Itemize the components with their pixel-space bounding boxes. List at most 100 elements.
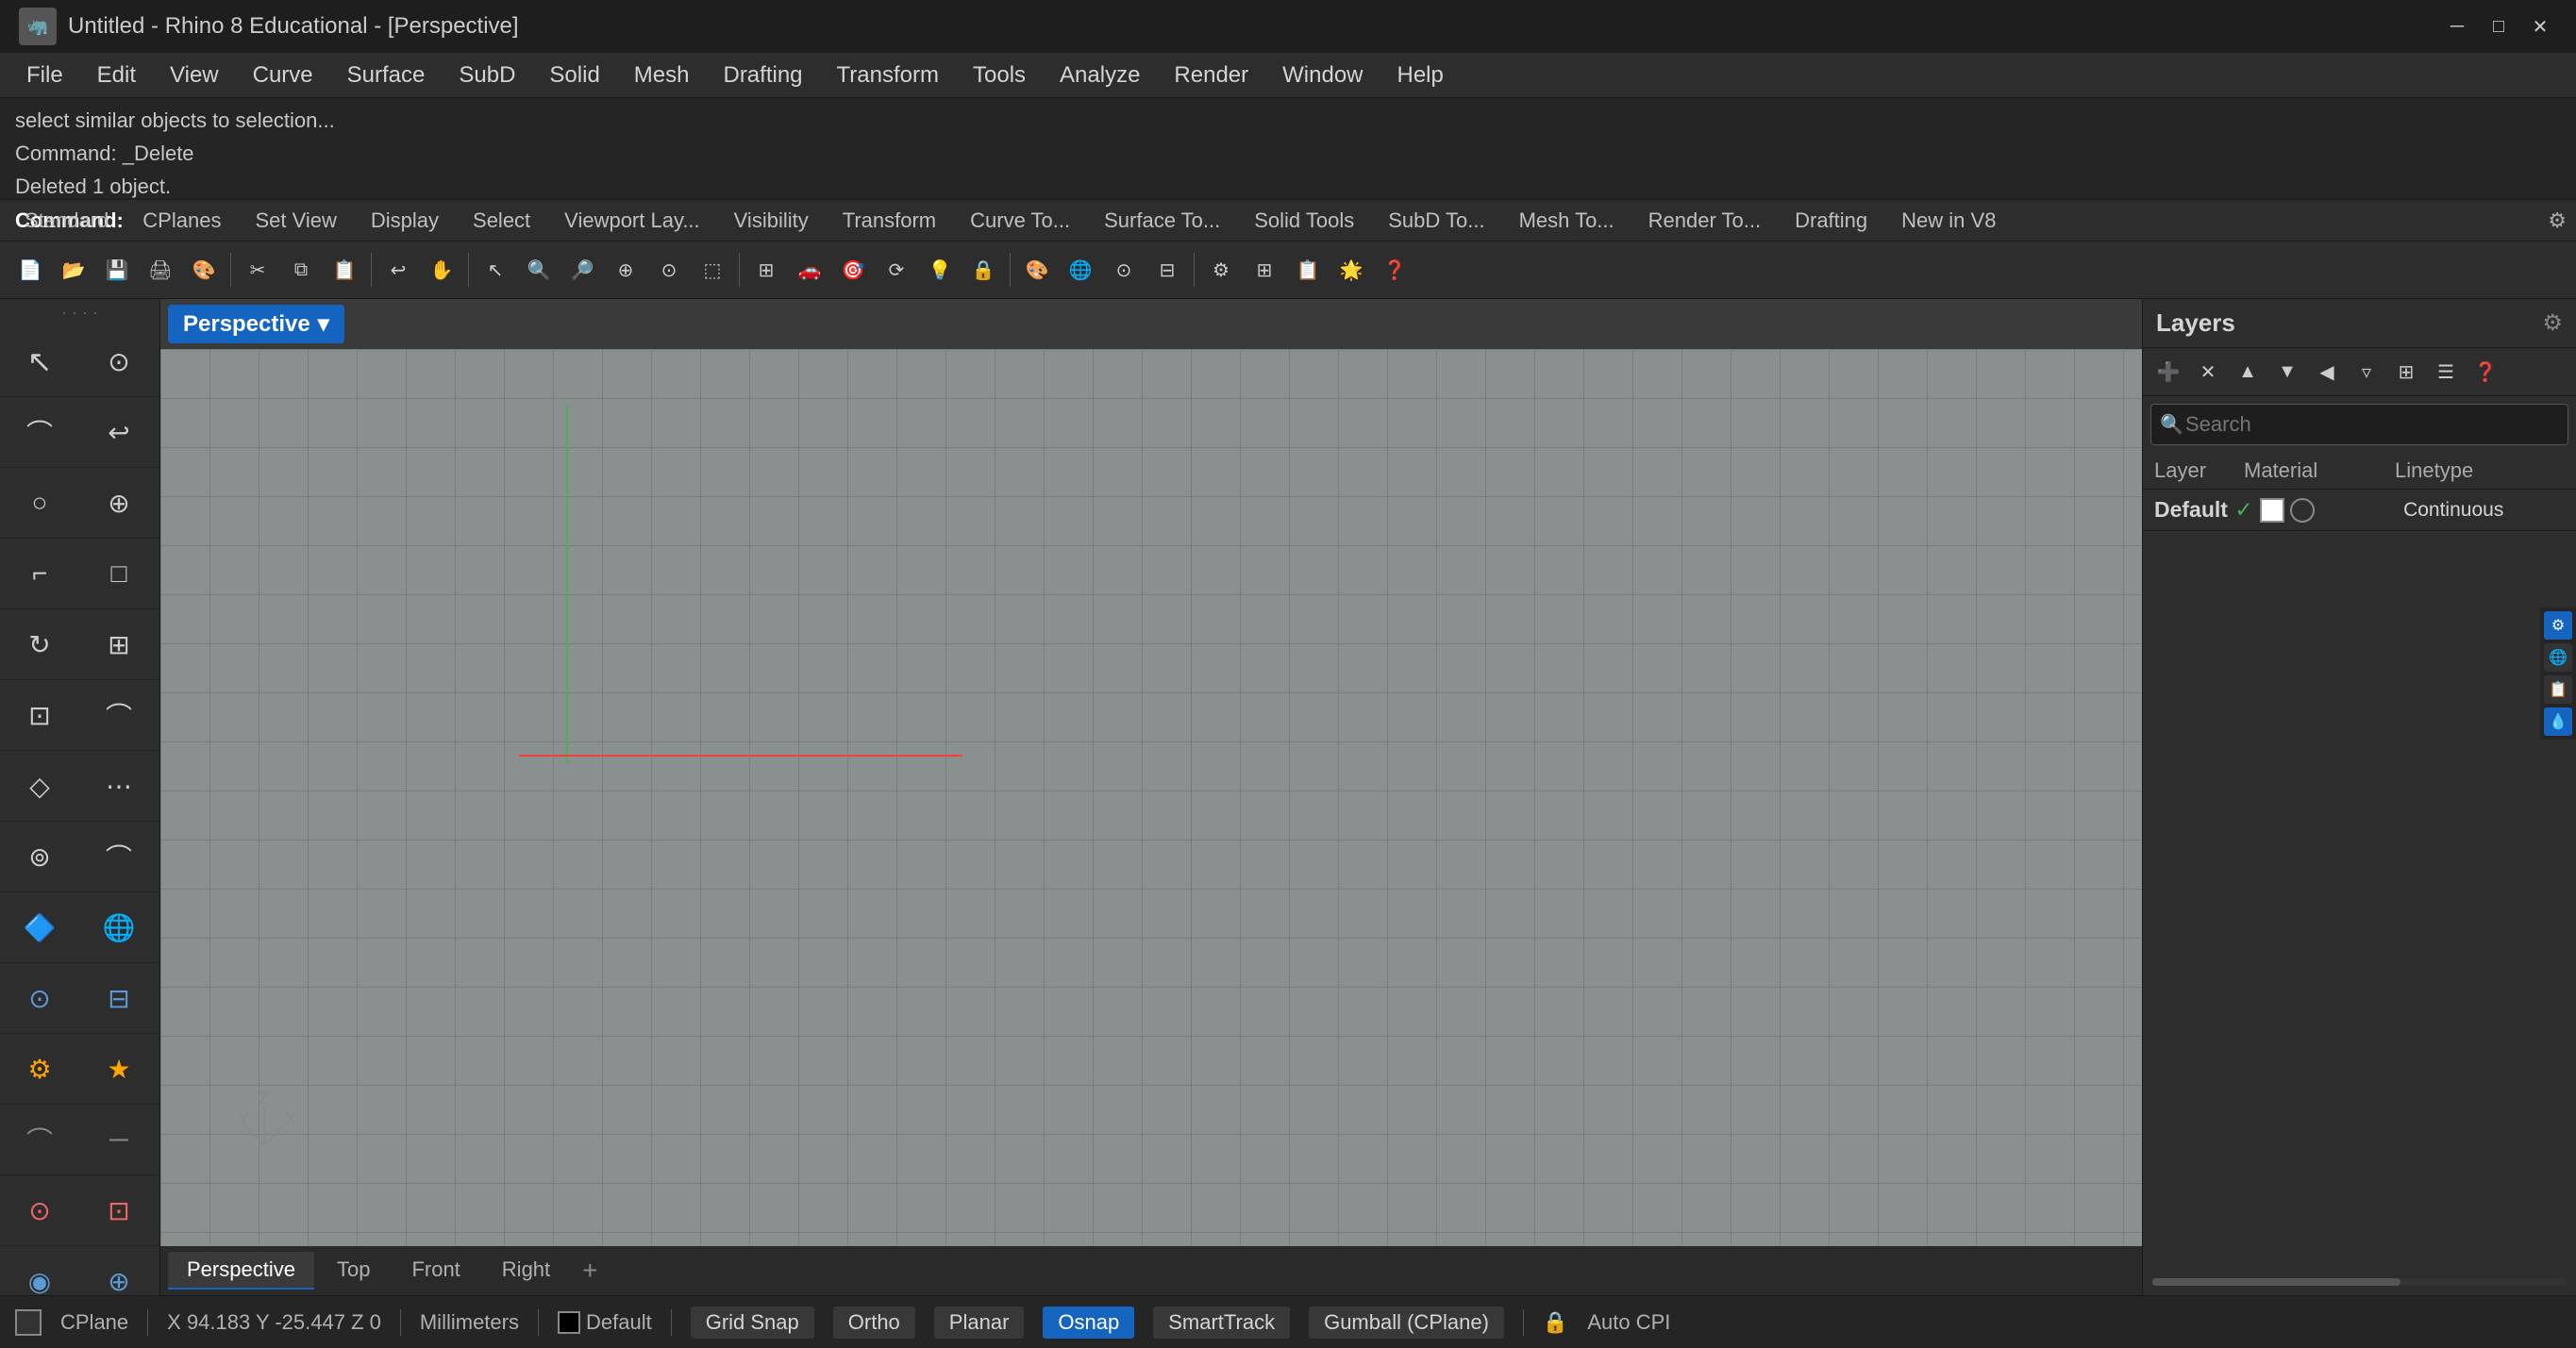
viewport-label[interactable]: Perspective ▾ bbox=[168, 305, 344, 343]
tab-viewport-lay[interactable]: Viewport Lay... bbox=[549, 205, 714, 237]
ortho-btn[interactable]: Ortho bbox=[833, 1306, 915, 1339]
tool-curve3[interactable]: ⌒ bbox=[79, 680, 159, 750]
layer-help-btn[interactable]: ❓ bbox=[2467, 354, 2503, 390]
layer-list-btn[interactable]: ☰ bbox=[2428, 354, 2464, 390]
vp-tab-perspective[interactable]: Perspective bbox=[168, 1252, 314, 1290]
tool-cylinder[interactable]: ⊙ bbox=[0, 963, 79, 1033]
tb-target[interactable]: 🎯 bbox=[832, 249, 874, 291]
osnap-btn[interactable]: Osnap bbox=[1043, 1306, 1134, 1339]
tool-polygon[interactable]: ⊡ bbox=[0, 680, 79, 750]
layer-delete-btn[interactable]: ✕ bbox=[2190, 354, 2226, 390]
tb-light[interactable]: 💡 bbox=[919, 249, 961, 291]
tool-gear-btn[interactable]: ⚙ bbox=[0, 1034, 79, 1104]
menu-window[interactable]: Window bbox=[1265, 57, 1380, 94]
menu-drafting[interactable]: Drafting bbox=[706, 57, 819, 94]
tool-select-arrow[interactable]: ↖ bbox=[0, 326, 79, 396]
layers-scrollbar-thumb[interactable] bbox=[2152, 1278, 2400, 1286]
minimize-button[interactable]: ─ bbox=[2440, 9, 2474, 43]
tab-display[interactable]: Display bbox=[356, 205, 454, 237]
tab-curve-to[interactable]: Curve To... bbox=[955, 205, 1085, 237]
tab-visibility[interactable]: Visibility bbox=[719, 205, 824, 237]
tb-save[interactable]: 💾 bbox=[96, 249, 138, 291]
menu-mesh[interactable]: Mesh bbox=[617, 57, 707, 94]
tb-lock[interactable]: 🔒 bbox=[962, 249, 1004, 291]
lock-icon[interactable]: 🔒 bbox=[1543, 1310, 1568, 1335]
menu-render[interactable]: Render bbox=[1157, 57, 1265, 94]
tab-new-v8[interactable]: New in V8 bbox=[1886, 205, 2011, 237]
tb-props[interactable]: 📋 bbox=[1287, 249, 1329, 291]
menu-file[interactable]: File bbox=[9, 57, 80, 94]
tool-orange2[interactable]: ⊡ bbox=[79, 1175, 159, 1245]
tb-cut[interactable]: ✂ bbox=[237, 249, 278, 291]
cplane-label[interactable]: CPlane bbox=[60, 1310, 128, 1335]
vp-tab-add[interactable]: + bbox=[573, 1256, 607, 1286]
menu-surface[interactable]: Surface bbox=[330, 57, 443, 94]
layer-grid-btn[interactable]: ⊞ bbox=[2388, 354, 2424, 390]
tool-curve4[interactable]: ⌒ bbox=[0, 1105, 79, 1174]
tool-diamond[interactable]: ◇ bbox=[0, 751, 79, 821]
tab-mesh-to[interactable]: Mesh To... bbox=[1504, 205, 1630, 237]
layers-panel-settings-icon[interactable]: ⚙ bbox=[2542, 309, 2563, 337]
layer-color-box[interactable] bbox=[558, 1311, 580, 1334]
tool-point[interactable]: ⊙ bbox=[79, 326, 159, 396]
tool-curve1[interactable]: ⌒ bbox=[0, 397, 79, 467]
menu-subd[interactable]: SubD bbox=[442, 57, 532, 94]
tb-redo[interactable]: ✋ bbox=[421, 249, 462, 291]
right-edge-btn-4[interactable]: 💧 bbox=[2544, 707, 2572, 736]
tab-setview[interactable]: Set View bbox=[240, 205, 351, 237]
menu-transform[interactable]: Transform bbox=[820, 57, 956, 94]
tab-render-to[interactable]: Render To... bbox=[1633, 205, 1776, 237]
tb-select[interactable]: ↖ bbox=[475, 249, 516, 291]
tool-curve2[interactable]: ↩ bbox=[79, 397, 159, 467]
right-edge-btn-2[interactable]: 🌐 bbox=[2544, 643, 2572, 672]
vp-tab-right[interactable]: Right bbox=[483, 1252, 569, 1290]
tool-line2[interactable]: ─ bbox=[79, 1105, 159, 1174]
close-button[interactable]: ✕ bbox=[2523, 9, 2557, 43]
tool-circle2[interactable]: ⊚ bbox=[0, 822, 79, 891]
auto-cpi-label[interactable]: Auto CPI bbox=[1587, 1310, 1670, 1335]
vp-tab-front[interactable]: Front bbox=[393, 1252, 478, 1290]
tab-solid-tools[interactable]: Solid Tools bbox=[1239, 205, 1369, 237]
menu-tools[interactable]: Tools bbox=[956, 57, 1043, 94]
smarttrack-btn[interactable]: SmartTrack bbox=[1153, 1306, 1290, 1339]
tb-viewport-grid[interactable]: ⊞ bbox=[745, 249, 787, 291]
gumball-btn[interactable]: Gumball (CPlane) bbox=[1309, 1306, 1504, 1339]
tool-blue1[interactable]: ◉ bbox=[0, 1246, 79, 1295]
tool-grid[interactable]: ⊞ bbox=[79, 609, 159, 679]
tab-subd-to[interactable]: SubD To... bbox=[1373, 205, 1499, 237]
menu-help[interactable]: Help bbox=[1380, 57, 1461, 94]
tool-orange1[interactable]: ⊙ bbox=[0, 1175, 79, 1245]
menu-analyze[interactable]: Analyze bbox=[1043, 57, 1157, 94]
tb-layers[interactable]: ⊞ bbox=[1244, 249, 1285, 291]
layer-left-btn[interactable]: ◀ bbox=[2309, 354, 2345, 390]
layer-down-btn[interactable]: ▼ bbox=[2269, 354, 2305, 390]
tool-rect[interactable]: □ bbox=[79, 539, 159, 608]
viewport-canvas[interactable]: Y X Z bbox=[160, 349, 2142, 1246]
maximize-button[interactable]: □ bbox=[2482, 9, 2516, 43]
menu-edit[interactable]: Edit bbox=[80, 57, 153, 94]
tool-rotate[interactable]: ↻ bbox=[0, 609, 79, 679]
tb-help[interactable]: ❓ bbox=[1374, 249, 1415, 291]
tb-grid2[interactable]: ⊟ bbox=[1146, 249, 1188, 291]
layer-visible-default[interactable]: ✓ bbox=[2228, 497, 2260, 523]
layer-row-default[interactable]: Default ✓ Continuous bbox=[2143, 490, 2576, 531]
layer-add-btn[interactable]: ➕ bbox=[2150, 354, 2186, 390]
tb-car[interactable]: 🚗 bbox=[789, 249, 830, 291]
tb-pan[interactable]: 🔍 bbox=[518, 249, 560, 291]
tool-torus[interactable]: ⊟ bbox=[79, 963, 159, 1033]
tool-star[interactable]: ★ bbox=[79, 1034, 159, 1104]
tool-line[interactable]: ⌐ bbox=[0, 539, 79, 608]
tb-sun[interactable]: 🌟 bbox=[1330, 249, 1372, 291]
tool-box[interactable]: 🔷 bbox=[0, 892, 79, 962]
tab-surface-to[interactable]: Surface To... bbox=[1089, 205, 1235, 237]
material-color-swatch[interactable] bbox=[2260, 498, 2284, 523]
layer-filter-btn[interactable]: ▿ bbox=[2349, 354, 2384, 390]
material-circle[interactable] bbox=[2290, 498, 2315, 523]
tb-earth[interactable]: 🌐 bbox=[1060, 249, 1101, 291]
tb-rotate[interactable]: ⟳ bbox=[876, 249, 917, 291]
layer-name-status[interactable]: Default bbox=[586, 1310, 652, 1335]
tb-zoom2[interactable]: ⊕ bbox=[605, 249, 646, 291]
tb-zoom[interactable]: 🔎 bbox=[561, 249, 603, 291]
toolbar-settings-icon[interactable]: ⚙ bbox=[2548, 208, 2567, 233]
tool-arc[interactable]: ⊕ bbox=[79, 468, 159, 538]
